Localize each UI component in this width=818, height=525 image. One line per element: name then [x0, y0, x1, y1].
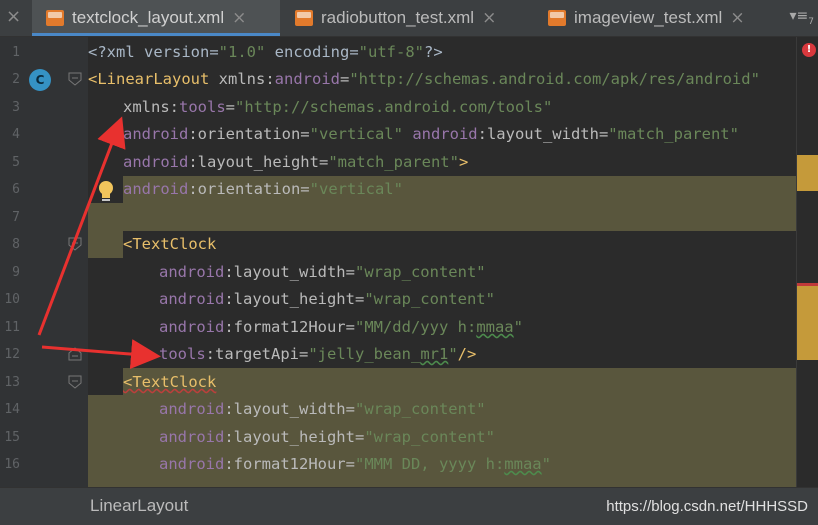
code-editor[interactable]: <?xml version="1.0" encoding="utf-8"?> <…: [88, 37, 796, 487]
line-number: 16: [4, 457, 20, 472]
tab-label: radiobutton_test.xml: [321, 8, 475, 27]
fold-open-icon[interactable]: [68, 375, 82, 389]
code-line-13: <TextClock: [123, 373, 217, 391]
lightbulb-icon[interactable]: [97, 180, 115, 204]
line-number: 5: [12, 155, 20, 170]
code-line-8: <TextClock: [123, 235, 217, 253]
editor-scrollbar[interactable]: !: [796, 37, 818, 487]
code-line-12: tools:targetApi="jelly_bean_mr1"/>: [159, 345, 477, 363]
code-line-1: <?xml version="1.0" encoding="utf-8"?>: [88, 43, 443, 61]
breadcrumb[interactable]: LinearLayout: [90, 496, 188, 516]
xml-file-icon: [295, 10, 313, 26]
overflow-icon: ≡: [796, 8, 809, 24]
code-line-4: android:orientation="vertical" android:l…: [123, 125, 739, 143]
line-number: 7: [12, 210, 20, 225]
code-line-14: android:layout_width="wrap_content": [159, 400, 486, 418]
code-line-11: android:format12Hour="MM/dd/yyy h:mmaa": [159, 318, 523, 336]
selection-highlight: [88, 203, 123, 258]
class-gutter-icon[interactable]: C: [29, 69, 51, 91]
line-number: 1: [12, 45, 20, 60]
xml-file-icon: [548, 10, 566, 26]
close-tab-icon[interactable]: ×: [730, 8, 744, 28]
line-number: 15: [4, 430, 20, 445]
code-line-6: android:orientation="vertical": [123, 180, 403, 198]
error-indicator-icon[interactable]: !: [802, 43, 816, 57]
close-icon[interactable]: ×: [6, 6, 21, 27]
warning-marker[interactable]: [797, 155, 818, 191]
line-number: 2: [12, 72, 20, 87]
breadcrumb-bar: LinearLayout https://blog.csdn.net/HHHSS…: [0, 487, 818, 525]
overflow-count: 7: [808, 16, 814, 27]
error-marker[interactable]: [797, 283, 818, 360]
code-line-3: xmlns:tools="http://schemas.android.com/…: [123, 98, 553, 116]
tab-label: imageview_test.xml: [574, 8, 723, 27]
close-tab-icon[interactable]: ×: [482, 8, 496, 28]
line-number: 14: [4, 402, 20, 417]
line-number: 10: [4, 292, 20, 307]
fold-open-icon[interactable]: [68, 237, 82, 251]
tab-radiobutton-test[interactable]: radiobutton_test.xml ×: [281, 0, 533, 36]
fold-open-icon[interactable]: [68, 72, 82, 86]
fold-close-icon[interactable]: [68, 347, 82, 361]
tab-overflow-button[interactable]: ▾≡7: [790, 8, 815, 27]
code-line-2: <LinearLayout xmlns:android="http://sche…: [88, 70, 760, 88]
code-line-9: android:layout_width="wrap_content": [159, 263, 486, 281]
tab-textclock-layout[interactable]: textclock_layout.xml ×: [32, 0, 280, 36]
code-line-10: android:layout_height="wrap_content": [159, 290, 495, 308]
close-tab-icon[interactable]: ×: [232, 8, 246, 28]
tab-imageview-test[interactable]: imageview_test.xml ×: [534, 0, 778, 36]
xml-file-icon: [46, 10, 64, 26]
line-number: 8: [12, 237, 20, 252]
line-number: 4: [12, 127, 20, 142]
code-line-15: android:layout_height="wrap_content": [159, 428, 495, 446]
line-number: 6: [12, 182, 20, 197]
line-gutter: 1 2 3 4 5 6 7 8 9 10 11 12 13 14 15 16 C: [0, 37, 88, 487]
line-number: 11: [4, 320, 20, 335]
line-number: 9: [12, 265, 20, 280]
tab-label: textclock_layout.xml: [72, 8, 225, 27]
selection-highlight: [123, 368, 796, 395]
editor-tab-bar: × textclock_layout.xml × radiobutton_tes…: [0, 0, 818, 37]
code-line-16: android:format12Hour="MMM DD, yyyy h:mma…: [159, 455, 551, 473]
line-number: 3: [12, 100, 20, 115]
code-line-5: android:layout_height="match_parent">: [123, 153, 469, 171]
line-number: 13: [4, 375, 20, 390]
line-number: 12: [4, 347, 20, 362]
watermark: https://blog.csdn.net/HHHSSD: [606, 498, 808, 515]
